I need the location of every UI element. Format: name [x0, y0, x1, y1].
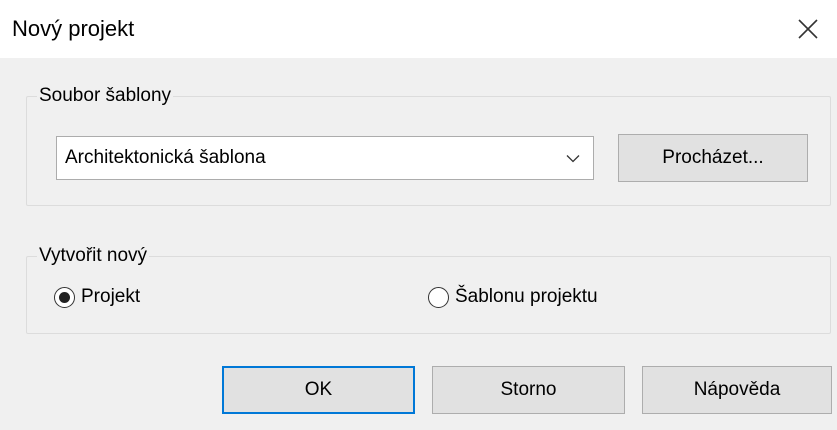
radio-project[interactable]: Projekt: [54, 286, 140, 308]
radio-project-template-label: Šablonu projektu: [455, 286, 598, 307]
chevron-down-icon: [566, 154, 580, 162]
close-button[interactable]: [779, 0, 837, 58]
cancel-button[interactable]: Storno: [432, 366, 625, 414]
window-title: Nový projekt: [12, 16, 135, 41]
create-new-group-label: Vytvořit nový: [37, 244, 150, 268]
template-select[interactable]: Architektonická šablona: [56, 136, 594, 180]
browse-button[interactable]: Procházet...: [618, 134, 808, 182]
radio-project-indicator[interactable]: [54, 286, 75, 308]
help-button[interactable]: Nápověda: [642, 366, 832, 414]
radio-project-label: Projekt: [81, 286, 141, 307]
radio-project-template-indicator[interactable]: [428, 286, 449, 308]
radio-selected-dot: [59, 291, 70, 303]
ok-button[interactable]: OK: [222, 366, 415, 414]
template-file-group-label: Soubor šablony: [37, 84, 174, 108]
template-select-value: Architektonická šablona: [65, 147, 266, 168]
template-select-arrow[interactable]: [553, 154, 593, 163]
radio-project-template[interactable]: Šablonu projektu: [428, 286, 598, 308]
title-bar: Nový projekt: [0, 0, 837, 58]
close-icon: [798, 19, 818, 39]
